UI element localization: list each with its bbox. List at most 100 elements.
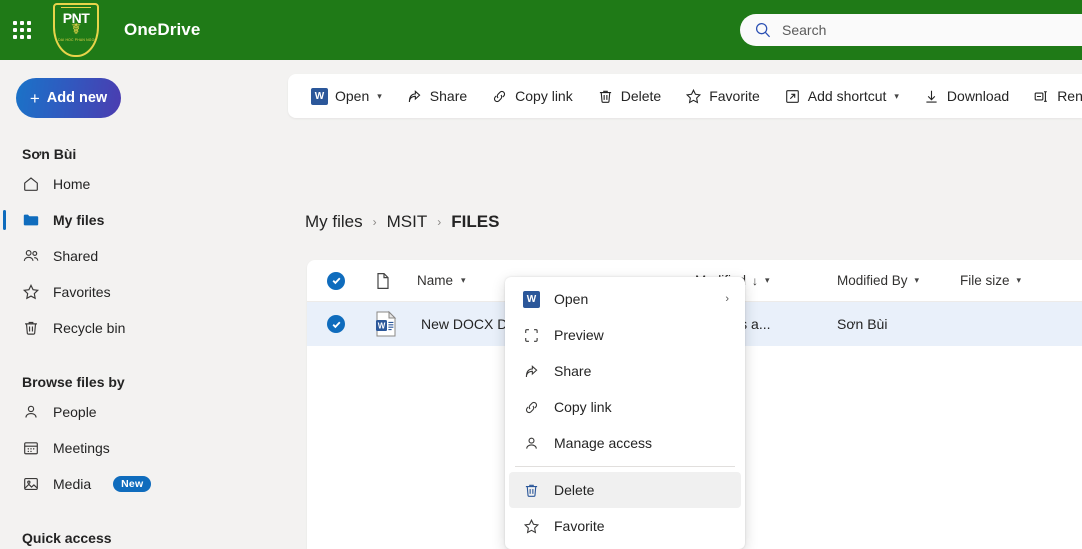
home-icon (24, 177, 38, 191)
context-menu-item-open[interactable]: W Open › (509, 281, 741, 317)
word-icon: W (523, 290, 540, 308)
trash-icon (599, 90, 611, 103)
search-input[interactable] (782, 22, 1062, 38)
context-menu-item-favorite[interactable]: Favorite (509, 508, 741, 544)
chevron-down-icon: ▾ (1016, 275, 1022, 285)
context-menu-item-copy-link[interactable]: Copy link (509, 389, 741, 425)
link-icon (525, 401, 538, 413)
caduceus-icon: ☤ (70, 21, 82, 38)
word-doc-icon: W (376, 311, 397, 337)
search-box[interactable] (740, 14, 1082, 46)
sidebar-item-favorites[interactable]: Favorites (0, 274, 280, 310)
share-icon (408, 89, 421, 102)
context-menu: W Open › Preview Share Copy link Manage … (505, 277, 745, 549)
share-label: Share (429, 88, 468, 104)
app-launcher-button[interactable] (0, 0, 44, 60)
folder-icon (23, 214, 39, 226)
star-icon (686, 88, 702, 103)
chevron-right-icon: › (372, 215, 377, 229)
new-badge: New (113, 476, 152, 492)
context-menu-item-label: Copy link (554, 399, 612, 415)
app-title: OneDrive (124, 20, 201, 39)
rename-label: Rename (1057, 88, 1082, 104)
breadcrumb-item-msit[interactable]: MSIT (387, 212, 428, 232)
search-icon (755, 22, 771, 38)
preview-icon (525, 328, 538, 342)
context-menu-divider (515, 466, 735, 467)
add-shortcut-button[interactable]: Add shortcut ▾ (775, 80, 908, 112)
sidebar-item-people[interactable]: People (0, 394, 280, 430)
suite-header-bar: PNT ☤ TRUONG DAI HOC PHAN NGOC THACH One… (0, 0, 1082, 60)
open-button[interactable]: W Open ▾ (302, 80, 391, 112)
download-button[interactable]: Download (914, 80, 1018, 112)
sidebar-item-label: Media (53, 476, 92, 492)
calendar-icon (24, 442, 38, 455)
delete-button[interactable]: Delete (588, 80, 670, 112)
sidebar-item-recycle-bin[interactable]: Recycle bin (0, 310, 280, 346)
sidebar-item-label: My files (53, 212, 105, 228)
sidebar-item-media[interactable]: Media New (0, 466, 280, 502)
logo-arc-text: TRUONG DAI HOC PHAN NGOC THACH (54, 38, 98, 42)
column-header-name[interactable]: Name ▾ (417, 273, 466, 288)
star-icon (22, 283, 40, 300)
share-button[interactable]: Share (397, 80, 476, 112)
chevron-right-icon: › (725, 293, 729, 305)
context-menu-item-label: Delete (554, 482, 595, 498)
add-new-label: Add new (46, 90, 108, 106)
chevron-down-icon: ▾ (377, 90, 382, 101)
chevron-right-icon: › (437, 215, 442, 229)
column-header-file-size[interactable]: File size ▾ (960, 273, 1021, 288)
context-menu-item-manage-access[interactable]: Manage access (509, 425, 741, 461)
breadcrumb-item-files[interactable]: FILES (451, 212, 499, 232)
sort-descending-icon: ↓ (752, 273, 759, 288)
rename-icon (1034, 90, 1047, 102)
context-menu-item-label: Share (554, 363, 592, 379)
context-menu-item-delete[interactable]: Delete (509, 472, 741, 508)
sidebar-item-label: People (53, 404, 97, 420)
share-icon (525, 364, 538, 377)
chevron-down-icon: ▾ (765, 275, 770, 285)
sidebar-item-shared[interactable]: Shared (0, 238, 280, 274)
trash-icon (25, 321, 37, 335)
image-icon (24, 478, 38, 490)
file-type-column-icon (377, 272, 389, 289)
column-header-file-size-label: File size (960, 273, 1010, 288)
select-all-checkbox[interactable] (327, 271, 345, 290)
person-icon (526, 437, 537, 449)
column-header-modified-by[interactable]: Modified By ▾ (837, 273, 919, 288)
favorite-label: Favorite (709, 88, 760, 104)
sidebar-item-label: Meetings (53, 440, 110, 456)
context-menu-item-preview[interactable]: Preview (509, 317, 741, 353)
command-toolbar: W Open ▾ Share Copy link Delete Favorite… (288, 74, 1082, 118)
chevron-down-icon: ▾ (894, 90, 899, 101)
people-icon (23, 250, 39, 261)
context-menu-item-share[interactable]: Share (509, 353, 741, 389)
sidebar-quick-access-title: Quick access (22, 530, 112, 546)
sidebar-item-label: Shared (53, 248, 99, 264)
favorite-button[interactable]: Favorite (676, 80, 769, 112)
context-menu-item-truncated[interactable] (509, 544, 741, 549)
add-shortcut-icon (785, 89, 799, 103)
main-content: W Open ▾ Share Copy link Delete Favorite… (280, 60, 1082, 549)
copy-link-label: Copy link (515, 88, 573, 104)
download-label: Download (946, 88, 1010, 104)
breadcrumb-item-my-files[interactable]: My files (305, 212, 363, 232)
sidebar-item-home[interactable]: Home (0, 166, 280, 202)
sidebar-item-meetings[interactable]: Meetings (0, 430, 280, 466)
copy-link-button[interactable]: Copy link (482, 80, 582, 112)
waffle-icon (13, 21, 31, 39)
sidebar-owner-name: Sơn Bùi (22, 146, 77, 162)
sidebar-item-label: Recycle bin (53, 320, 126, 336)
rename-button[interactable]: Rename (1024, 80, 1082, 112)
sidebar-item-my-files[interactable]: My files (0, 202, 280, 238)
context-menu-item-label: Manage access (554, 435, 653, 451)
add-shortcut-label: Add shortcut (807, 88, 887, 104)
row-checkbox[interactable] (327, 315, 345, 333)
search-container (740, 14, 1082, 46)
add-new-button[interactable]: + Add new (16, 78, 121, 118)
organization-logo: PNT ☤ TRUONG DAI HOC PHAN NGOC THACH (50, 2, 102, 58)
sidebar-item-label: Home (53, 176, 91, 192)
sidebar: + Add new Sơn Bùi Home My files Shared F… (0, 60, 280, 549)
context-menu-item-label: Open (554, 291, 589, 307)
column-header-modified-by-label: Modified By (837, 273, 908, 288)
